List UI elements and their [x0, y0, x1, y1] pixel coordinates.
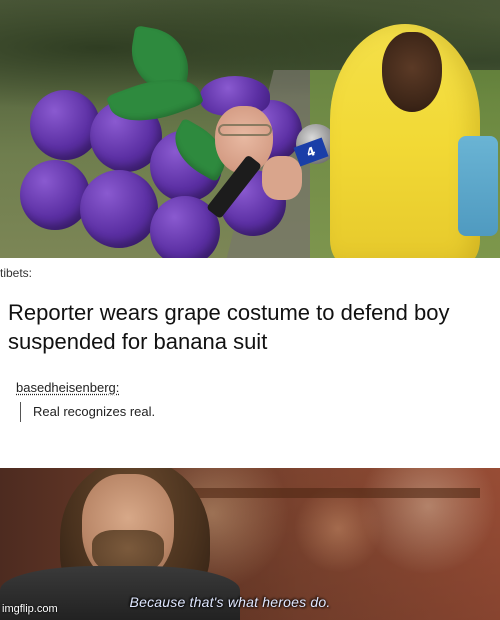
boy-arm	[458, 136, 498, 236]
grape-ball	[20, 160, 90, 230]
reporter-photo: 4	[0, 0, 500, 258]
glasses	[218, 124, 272, 136]
reblog-comment: Real recognizes real.	[20, 402, 155, 422]
post-headline: Reporter wears grape costume to defend b…	[8, 300, 450, 354]
meme-caption: Because that's what heroes do.	[129, 594, 331, 610]
post-username: tibets:	[0, 266, 33, 280]
imgflip-watermark: imgflip.com	[2, 603, 58, 615]
boy-face	[382, 32, 442, 112]
grape-ball	[30, 90, 100, 160]
reblog-username: basedheisenberg:	[16, 380, 120, 395]
background-shelf	[180, 488, 480, 498]
reporter-hand	[262, 156, 302, 200]
meme-page: 4 tibets: Reporter wears grape costume t…	[0, 0, 500, 620]
grape-ball	[80, 170, 158, 248]
